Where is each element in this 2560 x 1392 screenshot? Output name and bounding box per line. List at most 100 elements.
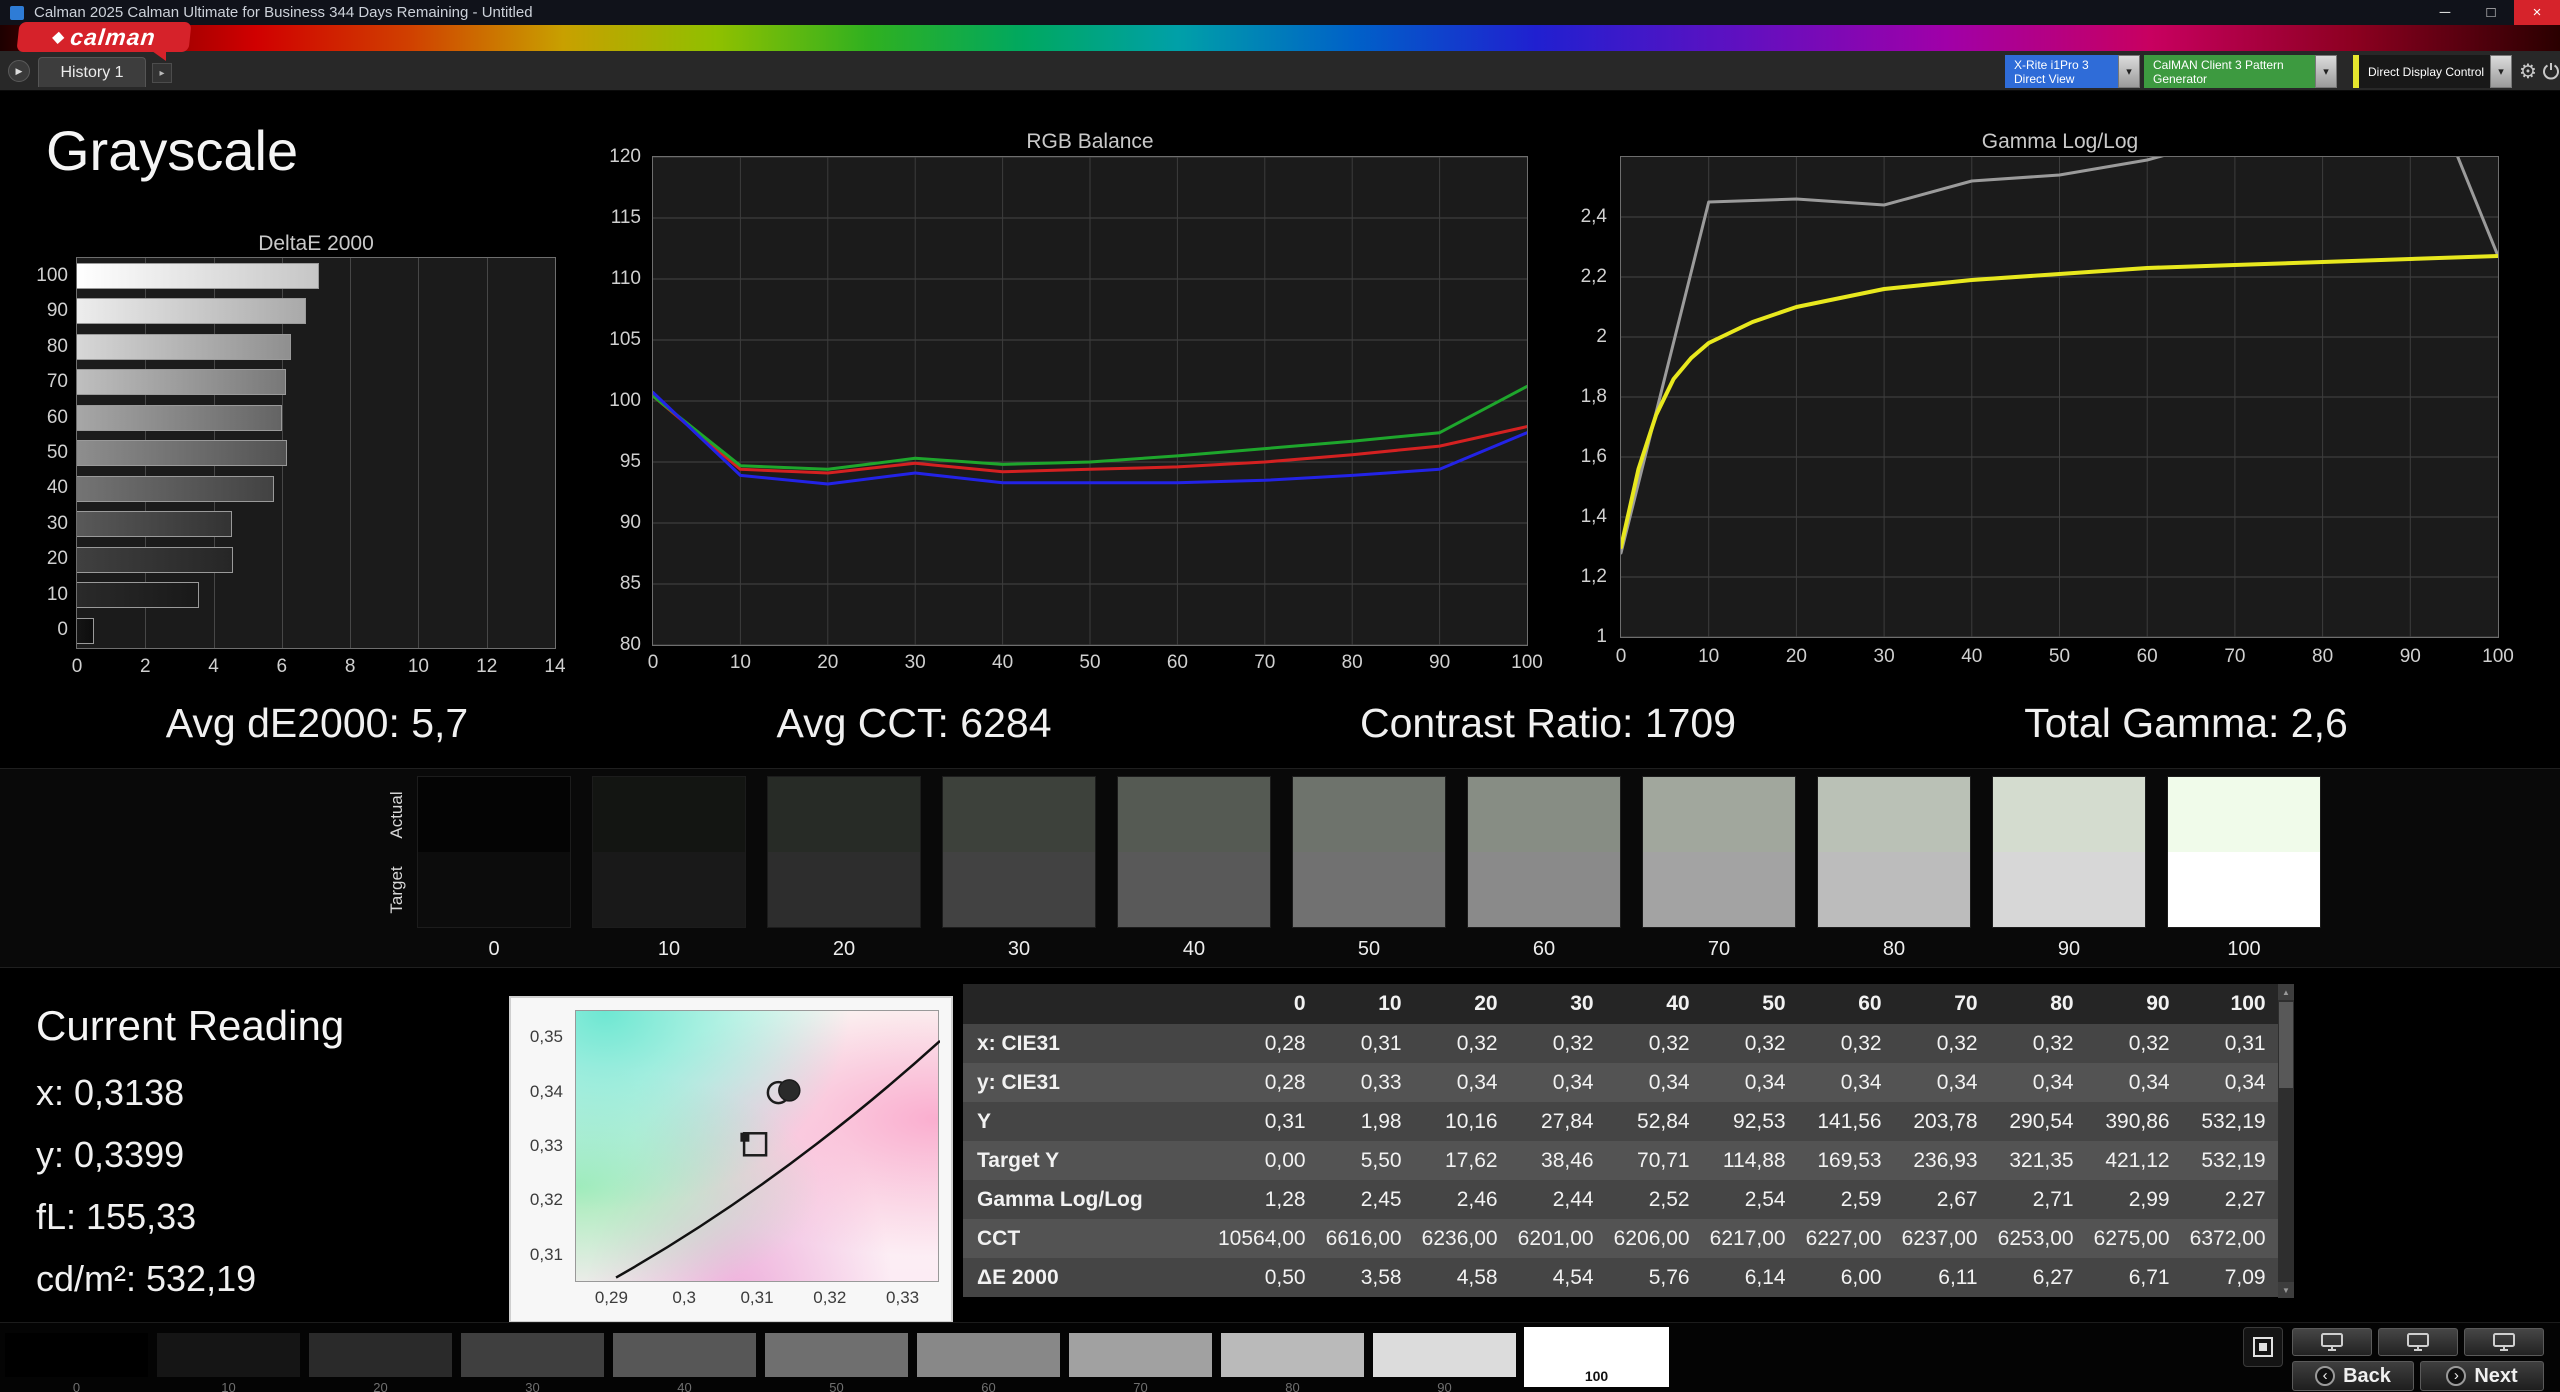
table-column-header: 40 [1609, 984, 1706, 1024]
table-cell: 6206,00 [1613, 1226, 1690, 1250]
tab-history-1[interactable]: History 1 [38, 57, 146, 87]
back-arrow-icon: ‹ [2315, 1366, 2336, 1386]
history-nav-button[interactable]: ▶ [8, 60, 30, 82]
swatch-target [1993, 852, 2145, 927]
table-row[interactable]: y: CIE31 0,28 0,33 0,34 0,34 0,34 0,34 0,34 0,34… [963, 1063, 2282, 1102]
pattern-swatch-row: 0 10 20 30 40 50 60 70 80 90 100 [0, 1323, 2560, 1392]
pattern-swatch[interactable] [309, 1333, 452, 1377]
calman-window: Calman 2025 Calman Ultimate for Business… [0, 0, 2560, 1392]
pattern-swatch-label: 50 [829, 1380, 844, 1392]
table-cell: 1,28 [1264, 1187, 1306, 1211]
pattern-bar: 0 10 20 30 40 50 60 70 80 90 100 ‹ Back › Next [0, 1322, 2560, 1392]
grayscale-swatch [1117, 776, 1271, 928]
scroll-down-button[interactable]: ▼ [2278, 1282, 2294, 1298]
pattern-swatch[interactable] [1373, 1333, 1516, 1377]
calman-logo-text: calman [69, 23, 158, 50]
display-button-1[interactable] [2292, 1328, 2372, 1356]
pattern-swatch-label: 10 [221, 1380, 236, 1392]
minimize-button[interactable]: ─ [2422, 0, 2468, 25]
table-cell: 421,12 [2105, 1148, 2170, 1172]
pattern-swatch[interactable]: 100 [1524, 1327, 1669, 1387]
table-cell: 0,32 [1456, 1031, 1498, 1055]
table-row[interactable]: Gamma Log/Log 1,28 2,45 2,46 2,44 2,52 2,54 2,5… [963, 1180, 2282, 1219]
grayscale-swatch [1467, 776, 1621, 928]
table-column-header: 70 [1897, 984, 1994, 1024]
table-cell: 390,86 [2105, 1109, 2170, 1133]
display-button-2[interactable] [2378, 1328, 2458, 1356]
table-cell: 2,27 [2224, 1187, 2266, 1211]
power-icon[interactable] [2541, 59, 2560, 83]
table-cell: 92,53 [1733, 1109, 1786, 1133]
table-header-row: 0 10 20 30 40 50 60 70 80 90 100 [963, 984, 2282, 1024]
back-button[interactable]: ‹ Back [2292, 1361, 2414, 1391]
table-cell: 236,93 [1913, 1148, 1978, 1172]
display-control-dropdown-arrow[interactable]: ▾ [2490, 55, 2512, 88]
table-column-header: 80 [1993, 984, 2090, 1024]
swatch-actual [1293, 777, 1445, 852]
pattern-swatch[interactable] [5, 1333, 148, 1377]
table-cell: 6372,00 [2189, 1226, 2266, 1250]
table-row[interactable]: x: CIE31 0,28 0,31 0,32 0,32 0,32 0,32 0,32 0,32… [963, 1024, 2282, 1063]
scroll-up-button[interactable]: ▲ [2278, 984, 2294, 1000]
grayscale-swatch [1817, 776, 1971, 928]
table-row-label: Y [977, 1109, 992, 1133]
maximize-button[interactable]: □ [2468, 0, 2514, 25]
pattern-swatch-label: 100 [1584, 1368, 1609, 1384]
table-row[interactable]: CCT 10564,00 6616,00 6236,00 6201,00 6206,00 6… [963, 1219, 2282, 1258]
pattern-swatch[interactable] [157, 1333, 300, 1377]
swatch-target [1468, 852, 1620, 927]
display-button-3[interactable] [2464, 1328, 2544, 1356]
table-row[interactable]: ΔE 2000 0,50 3,58 4,58 4,54 5,76 6,14 6,00 6,11 6… [963, 1258, 2282, 1297]
meter-dropdown-arrow[interactable]: ▾ [2118, 55, 2140, 88]
swatch-step-label: 0 [488, 938, 500, 960]
swatch-actual [593, 777, 745, 852]
table-cell: 0,34 [1840, 1070, 1882, 1094]
pattern-swatch[interactable] [1221, 1333, 1364, 1377]
pattern-swatch-label: 20 [373, 1380, 388, 1392]
table-cell: 27,84 [1541, 1109, 1594, 1133]
swatch-step-label: 60 [1532, 938, 1556, 960]
swatch-actual [1118, 777, 1270, 852]
pattern-generator-name: CalMAN Client 3 Pattern Generator [2153, 57, 2284, 86]
meter-dropdown[interactable]: X-Rite i1Pro 3 Direct View [2005, 55, 2118, 88]
display-control-name: Direct Display Control [2368, 64, 2485, 79]
table-cell: 0,31 [1360, 1031, 1402, 1055]
table-column-header: 60 [1801, 984, 1898, 1024]
table-cell: 6,14 [1744, 1265, 1786, 1289]
table-cell: 1,98 [1360, 1109, 1402, 1133]
display-control-dropdown[interactable]: Direct Display Control [2353, 55, 2490, 88]
pattern-swatch[interactable] [917, 1333, 1060, 1377]
table-cell: 2,54 [1744, 1187, 1786, 1211]
table-cell: 290,54 [2009, 1109, 2074, 1133]
table-cell: 6201,00 [1517, 1226, 1594, 1250]
table-row[interactable]: Y 0,31 1,98 10,16 27,84 52,84 92,53 141,56 203,7… [963, 1102, 2282, 1141]
pattern-swatch[interactable] [461, 1333, 604, 1377]
settings-gear-icon[interactable]: ⚙ [2516, 59, 2540, 83]
next-button[interactable]: › Next [2420, 1361, 2544, 1391]
pattern-swatch-label: 60 [981, 1380, 996, 1392]
pattern-swatch[interactable] [765, 1333, 908, 1377]
grayscale-swatch [767, 776, 921, 928]
close-button[interactable]: × [2514, 0, 2560, 25]
swatch-target [1118, 852, 1270, 927]
reading-y: y: 0,3399 [36, 1134, 185, 1175]
table-row[interactable]: Target Y 0,00 5,50 17,62 38,46 70,71 114,88 169… [963, 1141, 2282, 1180]
window-titlebar: Calman 2025 Calman Ultimate for Business… [0, 0, 2560, 25]
tab-scroll-button[interactable]: ▸ [152, 63, 172, 83]
pattern-generator-dropdown[interactable]: CalMAN Client 3 Pattern Generator [2144, 55, 2315, 88]
pattern-swatch[interactable] [613, 1333, 756, 1377]
table-cell: 0,00 [1264, 1148, 1306, 1172]
scroll-thumb[interactable] [2279, 1002, 2293, 1088]
table-cell: 0,34 [1744, 1070, 1786, 1094]
swatch-actual [1818, 777, 1970, 852]
swatch-step-label: 20 [832, 938, 856, 960]
table-scrollbar[interactable]: ▲ ▼ [2278, 984, 2294, 1298]
pattern-window-button[interactable] [2243, 1327, 2283, 1367]
table-row-label: x: CIE31 [977, 1031, 1060, 1055]
monitor-icon [2321, 1333, 2343, 1351]
pattern-swatch[interactable] [1069, 1333, 1212, 1377]
table-cell: 10564,00 [1218, 1226, 1306, 1250]
table-cell: 2,46 [1456, 1187, 1498, 1211]
table-cell: 2,44 [1552, 1187, 1594, 1211]
pattern-generator-dropdown-arrow[interactable]: ▾ [2315, 55, 2337, 88]
